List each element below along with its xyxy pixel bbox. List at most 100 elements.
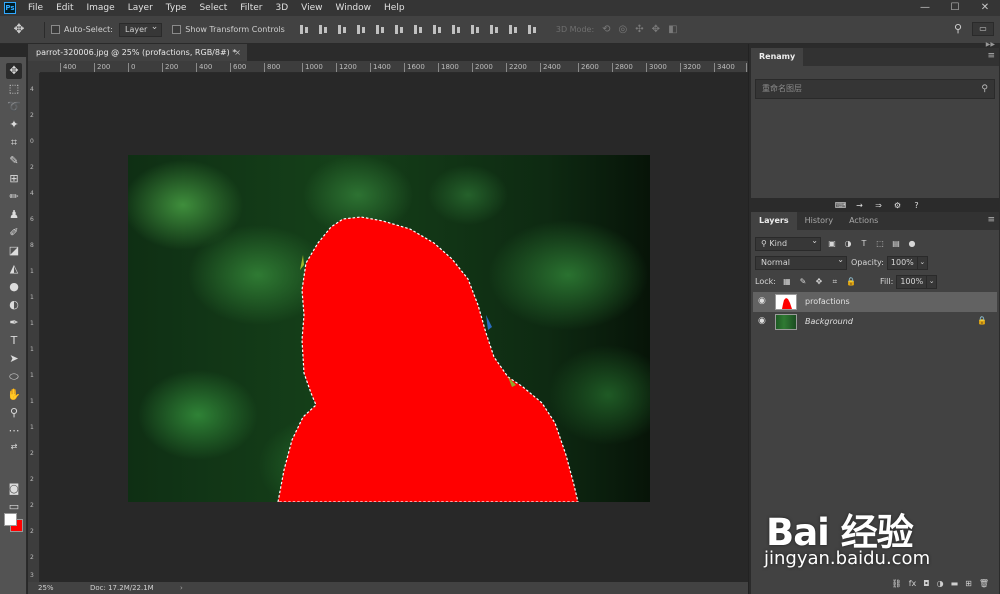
search-icon[interactable]: ⚲: [981, 80, 988, 98]
history-brush-tool-icon[interactable]: ✐: [6, 225, 22, 241]
3d-slide-icon[interactable]: ✥: [652, 24, 660, 35]
lock-image-icon[interactable]: ✎: [798, 277, 808, 287]
align-top-icon[interactable]: [299, 24, 310, 35]
workspace-switcher-icon[interactable]: ▭: [972, 22, 994, 36]
filter-type-icon[interactable]: T: [859, 239, 869, 249]
menu-3d[interactable]: 3D: [270, 3, 296, 13]
renamy-search-input[interactable]: 重命名图层 ⚲: [755, 79, 995, 99]
eyedropper-tool-icon[interactable]: ✎: [6, 153, 22, 169]
move-tool-preset-icon[interactable]: ✥: [0, 22, 38, 37]
group-icon[interactable]: ▬: [951, 576, 959, 592]
foreground-color-swatch[interactable]: [4, 513, 17, 526]
panel-menu-icon[interactable]: ≡: [987, 51, 995, 61]
opacity-input[interactable]: 100%: [886, 255, 918, 270]
lock-artboard-icon[interactable]: ⌗: [830, 277, 840, 287]
selected-parrot-layer[interactable]: [128, 155, 650, 502]
blend-mode-select[interactable]: Normal: [755, 254, 847, 270]
lock-transparent-icon[interactable]: ▦: [782, 277, 792, 287]
zoom-level[interactable]: 25%: [38, 582, 54, 594]
healing-brush-tool-icon[interactable]: ⊞: [6, 171, 22, 187]
shape-tool-icon[interactable]: ⬭: [6, 369, 22, 385]
zoom-tool-icon[interactable]: ⚲: [6, 405, 22, 421]
3d-roll-icon[interactable]: ◎: [619, 24, 628, 35]
close-window-button[interactable]: ✕: [970, 0, 1000, 16]
distribute-right-icon[interactable]: [508, 24, 519, 35]
path-selection-tool-icon[interactable]: ➤: [6, 351, 22, 367]
menu-file[interactable]: File: [22, 3, 50, 13]
3d-orbit-icon[interactable]: ⟲: [602, 24, 610, 35]
blur-tool-icon[interactable]: ●: [6, 279, 22, 295]
filter-toggle-icon[interactable]: ●: [907, 239, 917, 249]
brush-tool-icon[interactable]: ✏: [6, 189, 22, 205]
help-icon[interactable]: ?: [909, 199, 924, 212]
quick-mask-icon[interactable]: ◙: [6, 481, 22, 497]
menu-window[interactable]: Window: [330, 3, 379, 13]
auto-select-checkbox[interactable]: [51, 25, 60, 34]
adjustment-icon[interactable]: ◑: [937, 576, 944, 592]
opacity-dropdown-icon[interactable]: ⌄: [917, 255, 928, 270]
distribute-hcenter-icon[interactable]: [489, 24, 500, 35]
layer-row-background[interactable]: ◉ Background 🔒: [753, 312, 997, 332]
mask-icon[interactable]: ◘: [923, 576, 929, 592]
magic-wand-tool-icon[interactable]: ✦: [6, 117, 22, 133]
align-vcenter-icon[interactable]: [318, 24, 329, 35]
align-bottom-icon[interactable]: [337, 24, 348, 35]
document-image[interactable]: [128, 155, 650, 502]
edit-toolbar-icon[interactable]: ⋯: [6, 423, 22, 439]
distribute-left-icon[interactable]: [470, 24, 481, 35]
menu-select[interactable]: Select: [193, 3, 234, 13]
clone-stamp-tool-icon[interactable]: ♟: [6, 207, 22, 223]
arrow-right-alt-icon[interactable]: ⇒: [871, 199, 886, 212]
filter-adjustment-icon[interactable]: ◑: [843, 239, 853, 249]
show-transform-controls-checkbox[interactable]: [172, 25, 182, 34]
collapse-icon[interactable]: ▶▶: [986, 41, 995, 48]
dodge-tool-icon[interactable]: ◐: [6, 297, 22, 313]
menu-filter[interactable]: Filter: [234, 3, 269, 13]
canvas-area[interactable]: [40, 73, 748, 582]
pen-tool-icon[interactable]: ✒: [6, 315, 22, 331]
menu-image[interactable]: Image: [81, 3, 122, 13]
move-tool-icon[interactable]: ✥: [6, 63, 22, 79]
menu-edit[interactable]: Edit: [50, 3, 80, 13]
distribute-bottom-icon[interactable]: [451, 24, 462, 35]
align-left-icon[interactable]: [356, 24, 367, 35]
menu-view[interactable]: View: [295, 3, 329, 13]
layer-row-profactions[interactable]: ◉ profactions: [753, 292, 997, 312]
type-tool-icon[interactable]: T: [6, 333, 22, 349]
layer-name[interactable]: profactions: [805, 297, 850, 306]
crop-tool-icon[interactable]: ⌗: [6, 135, 22, 151]
filter-shape-icon[interactable]: ⬚: [875, 239, 885, 249]
lock-position-icon[interactable]: ✥: [814, 277, 824, 287]
distribute-vcenter-icon[interactable]: [432, 24, 443, 35]
menu-type[interactable]: Type: [160, 3, 194, 13]
link-icon[interactable]: ⛓: [892, 576, 902, 592]
filter-smart-object-icon[interactable]: ▤: [891, 239, 901, 249]
menu-layer[interactable]: Layer: [122, 3, 160, 13]
rename-mode-icon[interactable]: ⌨: [833, 199, 848, 212]
distribute-top-icon[interactable]: [413, 24, 424, 35]
paint-bucket-tool-icon[interactable]: ◭: [6, 261, 22, 277]
lock-all-icon[interactable]: 🔒: [846, 277, 856, 287]
auto-select-target-select[interactable]: Layer: [118, 21, 163, 37]
tab-actions[interactable]: Actions: [841, 212, 886, 230]
tab-history[interactable]: History: [797, 212, 841, 230]
arrow-right-icon[interactable]: →: [852, 199, 867, 212]
close-tab-icon[interactable]: ×: [234, 44, 241, 61]
minimize-button[interactable]: —: [910, 0, 940, 16]
fx-icon[interactable]: fx: [909, 576, 917, 592]
layer-name[interactable]: Background: [805, 317, 853, 326]
lasso-tool-icon[interactable]: ➰: [6, 99, 22, 115]
menu-help[interactable]: Help: [378, 3, 412, 13]
search-icon[interactable]: ⚲: [954, 22, 962, 36]
fill-input[interactable]: 100%: [896, 274, 928, 289]
tab-layers[interactable]: Layers: [751, 212, 797, 230]
align-right-icon[interactable]: [394, 24, 405, 35]
eraser-tool-icon[interactable]: ◪: [6, 243, 22, 259]
visibility-eye-icon[interactable]: ◉: [758, 316, 766, 326]
gear-icon[interactable]: ⚙: [890, 199, 905, 212]
filter-pixel-icon[interactable]: ▣: [827, 239, 837, 249]
new-layer-icon[interactable]: ⊞: [965, 576, 972, 592]
3d-scale-icon[interactable]: ◧: [668, 24, 677, 35]
panel-menu-icon[interactable]: ≡: [987, 215, 995, 225]
lock-icon[interactable]: 🔒: [977, 316, 987, 325]
